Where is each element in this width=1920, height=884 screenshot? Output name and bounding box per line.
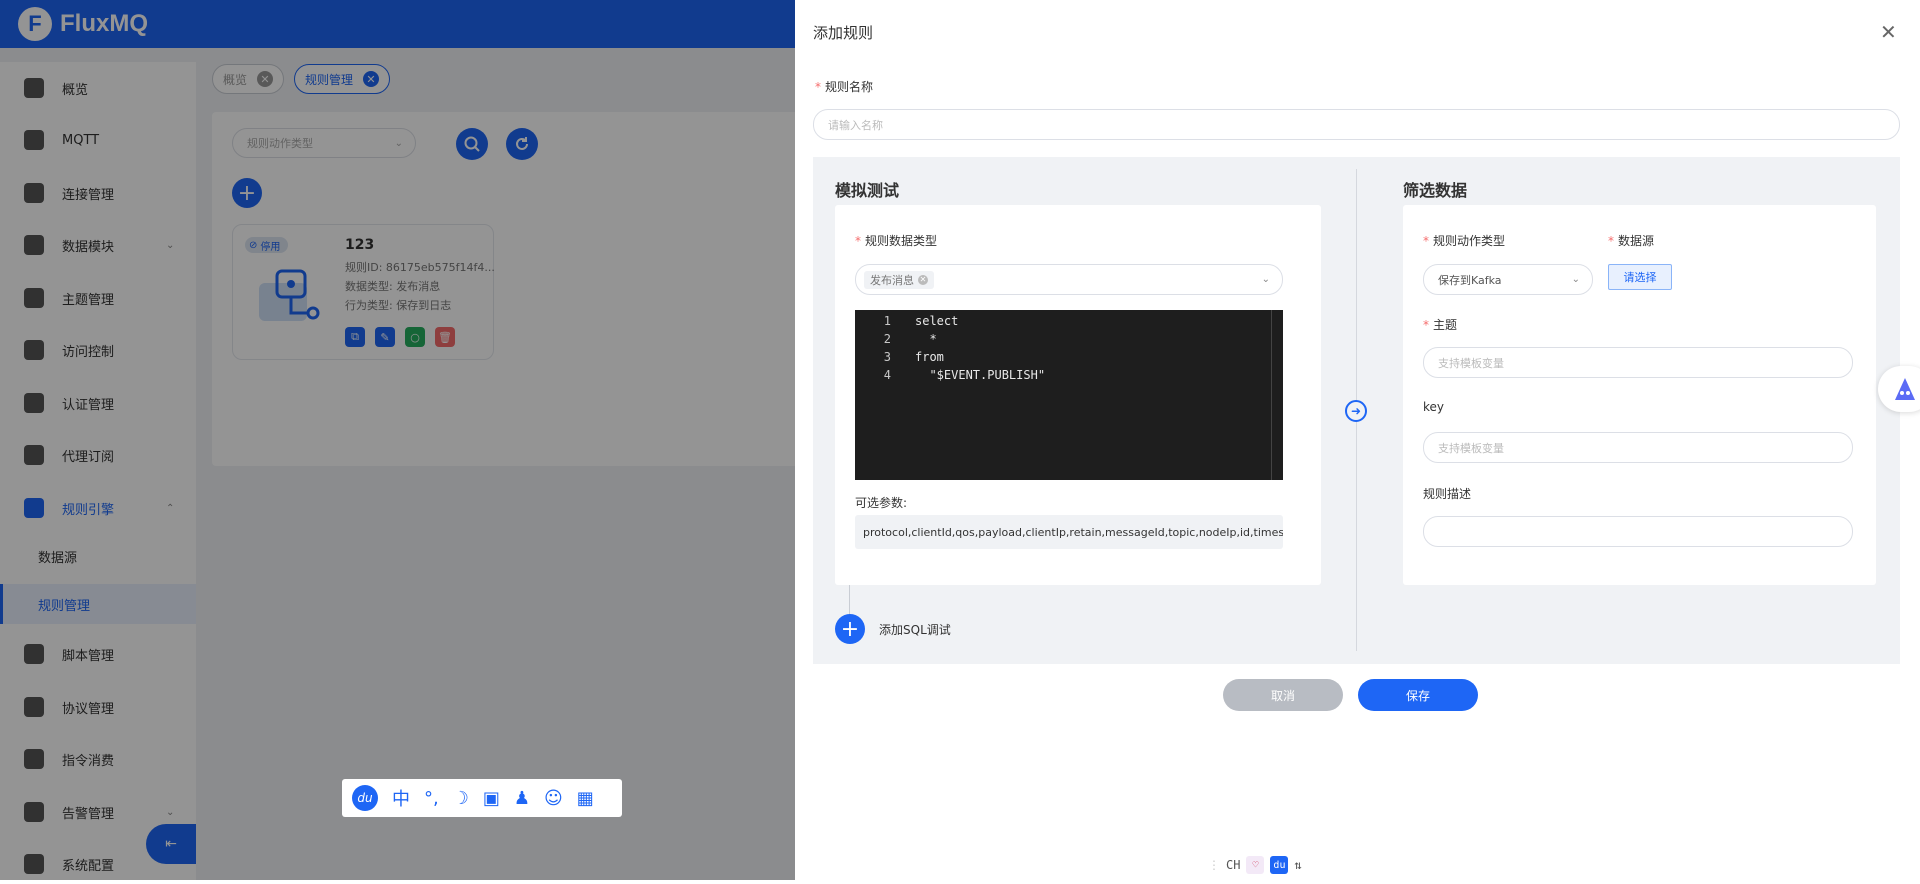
rule-name-label-text: 规则名称	[825, 80, 874, 94]
skin-icon[interactable]: ♡	[1246, 856, 1265, 874]
add-rule-drawer: 添加规则 ✕ * 规则名称 请输入名称 模拟测试 * 规则数据类型 发布消息 ✕ ⌄ …	[795, 0, 1920, 880]
chevron-down-icon: ⌄	[1261, 274, 1270, 285]
action-type-label: * 规则动作类型	[1423, 232, 1505, 249]
line-number: 3	[883, 350, 891, 364]
arrow-right-icon: ➜	[1345, 400, 1367, 422]
selected-tag: 发布消息 ✕	[864, 270, 934, 289]
cancel-button[interactable]: 取消	[1223, 679, 1343, 711]
required-mark: *	[1423, 318, 1429, 332]
ime-toolbar: du 中 °, ☽ ▣ ♟ ☺ ▦	[342, 779, 622, 817]
topic-placeholder: 支持模板变量	[1438, 356, 1504, 370]
rule-name-placeholder: 请输入名称	[828, 118, 883, 132]
topic-label: * 主题	[1423, 316, 1457, 333]
filter-box: * 规则动作类型 * 数据源 保存到Kafka ⌄ 请选择 * 主题 支持模板变量 k…	[1403, 205, 1876, 585]
add-sql-debug-button[interactable]: +	[835, 614, 865, 644]
rule-name-input[interactable]: 请输入名称	[813, 109, 1900, 140]
required-mark: *	[1423, 234, 1429, 248]
description-label: 规则描述	[1423, 487, 1472, 501]
plus-icon: +	[840, 616, 860, 642]
data-type-label-text: 规则数据类型	[865, 234, 938, 248]
ghost-icon[interactable]: ☺	[544, 788, 563, 809]
ai-assistant-icon	[1895, 378, 1915, 400]
action-type-value: 保存到Kafka	[1438, 273, 1502, 287]
punctuation-icon[interactable]: °,	[424, 788, 439, 809]
topic-label-text: 主题	[1433, 318, 1458, 332]
moon-icon[interactable]: ☽	[453, 788, 469, 809]
tag-text: 发布消息	[870, 273, 914, 287]
save-button[interactable]: 保存	[1358, 679, 1478, 711]
description-input[interactable]	[1423, 516, 1853, 547]
required-mark: *	[1608, 234, 1614, 248]
key-input[interactable]: 支持模板变量	[1423, 432, 1853, 463]
ime-du-icon[interactable]: du	[1270, 856, 1289, 874]
rule-name-label: * 规则名称	[815, 78, 873, 95]
close-icon[interactable]: ✕	[1880, 20, 1897, 44]
grid-icon[interactable]: ▦	[577, 788, 594, 809]
ai-assistant-button[interactable]	[1878, 366, 1920, 412]
connector-line	[849, 585, 850, 615]
baidu-ime-icon[interactable]: du	[352, 785, 378, 811]
ime-language[interactable]: CH	[1226, 858, 1240, 872]
filter-title: 筛选数据	[1403, 181, 1468, 200]
drawer-title: 添加规则	[813, 24, 874, 42]
action-type-select[interactable]: 保存到Kafka ⌄	[1423, 264, 1593, 295]
code-line: select	[915, 314, 959, 328]
tag-close-icon[interactable]: ✕	[918, 274, 928, 285]
ime-status-bar: ⋮ CH ♡ du ⇅	[1208, 856, 1302, 874]
simulation-box: * 规则数据类型 发布消息 ✕ ⌄ 1 select 2 * 3 from 4 "$…	[835, 205, 1321, 585]
required-mark: *	[815, 80, 821, 94]
required-mark: *	[855, 234, 861, 248]
data-type-label: * 规则数据类型	[855, 232, 937, 249]
user-icon[interactable]: ♟	[514, 788, 530, 809]
editor-ruler	[1271, 310, 1272, 480]
action-type-label-text: 规则动作类型	[1433, 234, 1506, 248]
chevron-down-icon: ⌄	[1571, 274, 1580, 285]
sql-editor[interactable]: 1 select 2 * 3 from 4 "$EVENT.PUBLISH"	[855, 310, 1283, 480]
datasource-label: * 数据源	[1608, 232, 1654, 249]
crop-icon[interactable]: ▣	[483, 788, 500, 809]
params-value: protocol,clientId,qos,payload,clientIp,r…	[855, 515, 1283, 549]
code-line: *	[915, 332, 937, 346]
simulation-title: 模拟测试	[835, 181, 900, 200]
topic-input[interactable]: 支持模板变量	[1423, 347, 1853, 378]
code-line: from	[915, 350, 944, 364]
data-type-select[interactable]: 发布消息 ✕ ⌄	[855, 264, 1283, 295]
drag-handle-icon[interactable]: ⋮	[1208, 858, 1220, 872]
line-number: 2	[883, 332, 891, 346]
add-sql-debug-label[interactable]: 添加SQL调试	[879, 621, 951, 638]
line-number: 4	[883, 368, 891, 382]
datasource-select-button[interactable]: 请选择	[1608, 264, 1672, 290]
modal-overlay[interactable]	[0, 0, 795, 880]
chinese-mode-toggle[interactable]: 中	[392, 785, 410, 811]
expand-icon[interactable]: ⇅	[1294, 858, 1301, 872]
key-label: key	[1423, 400, 1445, 414]
key-placeholder: 支持模板变量	[1438, 441, 1504, 455]
datasource-label-text: 数据源	[1618, 234, 1655, 248]
code-line: "$EVENT.PUBLISH"	[915, 368, 1046, 382]
params-label: 可选参数:	[855, 496, 908, 510]
rule-config-panel: 模拟测试 * 规则数据类型 发布消息 ✕ ⌄ 1 select 2 * 3 from…	[813, 157, 1900, 664]
line-number: 1	[883, 314, 891, 328]
